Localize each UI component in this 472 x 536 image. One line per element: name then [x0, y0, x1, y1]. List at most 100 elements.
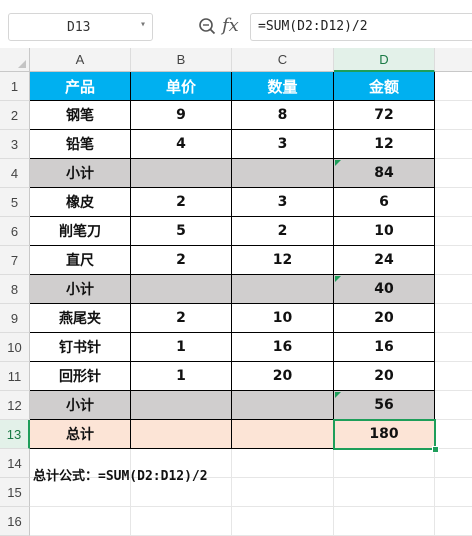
table-cell[interactable] — [435, 217, 472, 246]
column-header-c[interactable]: C — [232, 48, 334, 72]
fx-icon[interactable]: fx — [222, 15, 239, 36]
table-cell[interactable] — [435, 333, 472, 362]
table-cell[interactable]: 小计 — [30, 159, 131, 188]
table-cell[interactable]: 5 — [131, 217, 232, 246]
table-header-cell[interactable]: 数量 — [232, 72, 334, 101]
table-cell[interactable]: 总计 — [30, 420, 131, 449]
table-cell[interactable]: 小计 — [30, 275, 131, 304]
table-cell[interactable]: 燕尾夹 — [30, 304, 131, 333]
row-header-13[interactable]: 13 — [0, 420, 30, 449]
table-cell[interactable] — [131, 275, 232, 304]
table-cell[interactable]: 橡皮 — [30, 188, 131, 217]
table-cell[interactable]: 8 — [232, 101, 334, 130]
table-cell[interactable] — [435, 449, 472, 478]
table-header-cell[interactable]: 金额 — [334, 72, 435, 101]
table-cell[interactable]: 180 — [334, 420, 435, 449]
table-cell[interactable]: 56 — [334, 391, 435, 420]
table-cell[interactable]: 20 — [232, 362, 334, 391]
table-cell[interactable] — [232, 449, 334, 478]
table-header-cell[interactable]: 产品 — [30, 72, 131, 101]
table-cell[interactable] — [435, 275, 472, 304]
row-header-4[interactable]: 4 — [0, 159, 30, 188]
table-cell[interactable]: 10 — [334, 217, 435, 246]
table-cell[interactable]: 16 — [232, 333, 334, 362]
table-cell[interactable] — [232, 478, 334, 507]
table-cell[interactable] — [435, 507, 472, 536]
table-cell[interactable] — [435, 72, 472, 101]
row-header-1[interactable]: 1 — [0, 72, 30, 101]
table-cell[interactable] — [131, 420, 232, 449]
table-cell[interactable] — [232, 507, 334, 536]
table-cell[interactable] — [334, 507, 435, 536]
table-cell[interactable]: 2 — [131, 304, 232, 333]
table-cell[interactable]: 12 — [334, 130, 435, 159]
table-cell[interactable]: 2 — [131, 188, 232, 217]
table-cell[interactable]: 84 — [334, 159, 435, 188]
row-header-10[interactable]: 10 — [0, 333, 30, 362]
table-cell[interactable]: 1 — [131, 333, 232, 362]
table-cell[interactable]: 9 — [131, 101, 232, 130]
formula-input[interactable]: =SUM(D2:D12)/2 — [250, 13, 472, 41]
row-header-9[interactable]: 9 — [0, 304, 30, 333]
table-cell[interactable] — [232, 275, 334, 304]
table-cell[interactable]: 2 — [131, 246, 232, 275]
table-cell[interactable]: 12 — [232, 246, 334, 275]
table-cell[interactable]: 3 — [232, 188, 334, 217]
column-header-b[interactable]: B — [131, 48, 232, 72]
column-header-e[interactable] — [435, 48, 472, 72]
fill-handle[interactable] — [432, 446, 439, 453]
table-header-cell[interactable]: 单价 — [131, 72, 232, 101]
table-cell[interactable]: 6 — [334, 188, 435, 217]
table-cell[interactable] — [232, 159, 334, 188]
row-header-11[interactable]: 11 — [0, 362, 30, 391]
table-cell[interactable]: 回形针 — [30, 362, 131, 391]
table-cell[interactable] — [131, 391, 232, 420]
table-cell[interactable]: 铅笔 — [30, 130, 131, 159]
table-cell[interactable]: 20 — [334, 362, 435, 391]
table-cell[interactable] — [435, 159, 472, 188]
table-cell[interactable] — [131, 507, 232, 536]
table-cell[interactable] — [232, 420, 334, 449]
table-cell[interactable]: 10 — [232, 304, 334, 333]
table-cell[interactable] — [435, 101, 472, 130]
row-header-8[interactable]: 8 — [0, 275, 30, 304]
table-cell[interactable] — [435, 130, 472, 159]
table-cell[interactable]: 小计 — [30, 391, 131, 420]
row-header-5[interactable]: 5 — [0, 188, 30, 217]
row-header-16[interactable]: 16 — [0, 507, 30, 536]
table-cell[interactable]: 1 — [131, 362, 232, 391]
column-header-d[interactable]: D — [334, 48, 435, 72]
chevron-down-icon[interactable]: ▾ — [140, 19, 146, 30]
table-cell[interactable] — [435, 478, 472, 507]
table-cell[interactable]: 20 — [334, 304, 435, 333]
table-cell[interactable] — [435, 304, 472, 333]
table-cell[interactable]: 直尺 — [30, 246, 131, 275]
row-header-6[interactable]: 6 — [0, 217, 30, 246]
table-cell[interactable]: 3 — [232, 130, 334, 159]
table-cell[interactable] — [435, 188, 472, 217]
row-header-2[interactable]: 2 — [0, 101, 30, 130]
table-cell[interactable]: 削笔刀 — [30, 217, 131, 246]
table-cell[interactable]: 钢笔 — [30, 101, 131, 130]
magnifier-zoom-icon[interactable] — [198, 17, 216, 35]
table-cell[interactable] — [435, 391, 472, 420]
table-cell[interactable]: 16 — [334, 333, 435, 362]
table-cell[interactable] — [334, 449, 435, 478]
row-header-3[interactable]: 3 — [0, 130, 30, 159]
table-cell[interactable]: 40 — [334, 275, 435, 304]
table-cell[interactable] — [131, 159, 232, 188]
table-cell[interactable] — [435, 420, 472, 449]
table-cell[interactable]: 钉书针 — [30, 333, 131, 362]
table-cell[interactable] — [435, 362, 472, 391]
table-cell[interactable]: 72 — [334, 101, 435, 130]
table-cell[interactable] — [334, 478, 435, 507]
table-cell[interactable] — [30, 507, 131, 536]
row-header-7[interactable]: 7 — [0, 246, 30, 275]
table-cell[interactable]: 4 — [131, 130, 232, 159]
select-all-corner[interactable] — [0, 48, 30, 72]
table-cell[interactable]: 2 — [232, 217, 334, 246]
table-cell[interactable] — [232, 391, 334, 420]
column-header-a[interactable]: A — [30, 48, 131, 72]
name-box[interactable]: D13 ▾ — [8, 13, 153, 41]
row-header-14[interactable]: 14 — [0, 449, 30, 478]
